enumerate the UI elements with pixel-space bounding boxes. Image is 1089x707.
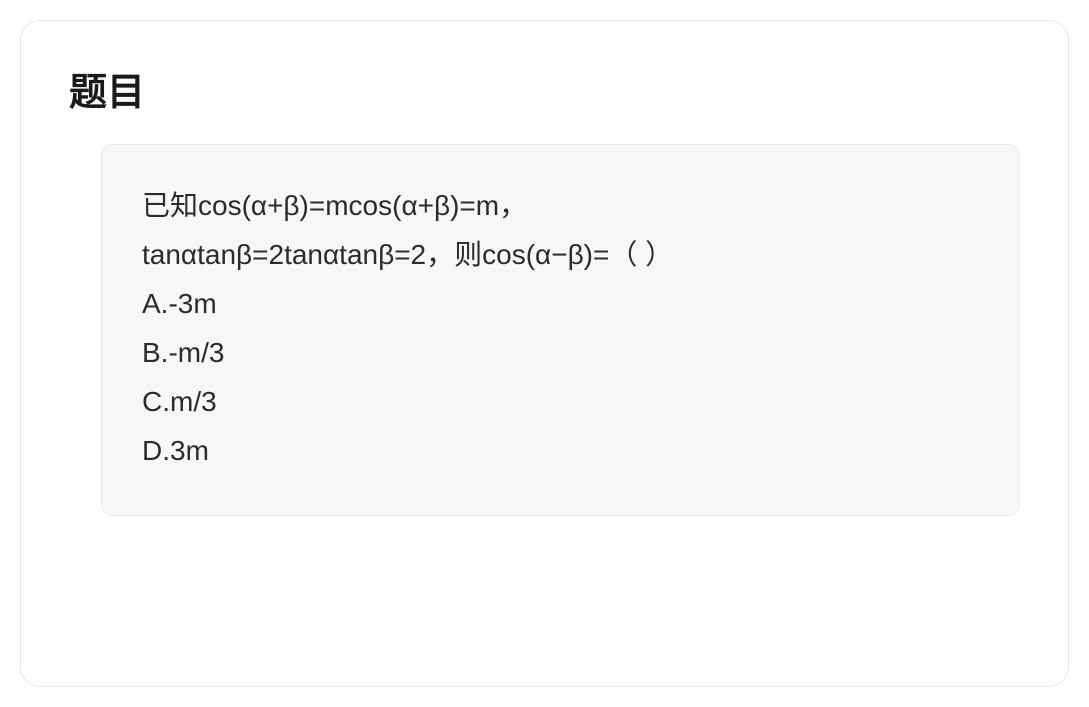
option-a: A.-3m <box>142 279 979 328</box>
question-card: 题目 已知cos(α+β)=mcos(α+β)=m， tanαtanβ=2tan… <box>20 20 1069 687</box>
question-stem-line-2: tanαtanβ=2tanαtanβ=2，则cos(α−β)=（ ） <box>142 230 979 279</box>
option-c: C.m/3 <box>142 377 979 426</box>
question-box: 已知cos(α+β)=mcos(α+β)=m， tanαtanβ=2tanαta… <box>101 144 1020 516</box>
question-stem-line-1: 已知cos(α+β)=mcos(α+β)=m， <box>142 181 979 230</box>
option-d: D.3m <box>142 426 979 475</box>
option-b: B.-m/3 <box>142 328 979 377</box>
section-title: 题目 <box>69 61 1020 116</box>
